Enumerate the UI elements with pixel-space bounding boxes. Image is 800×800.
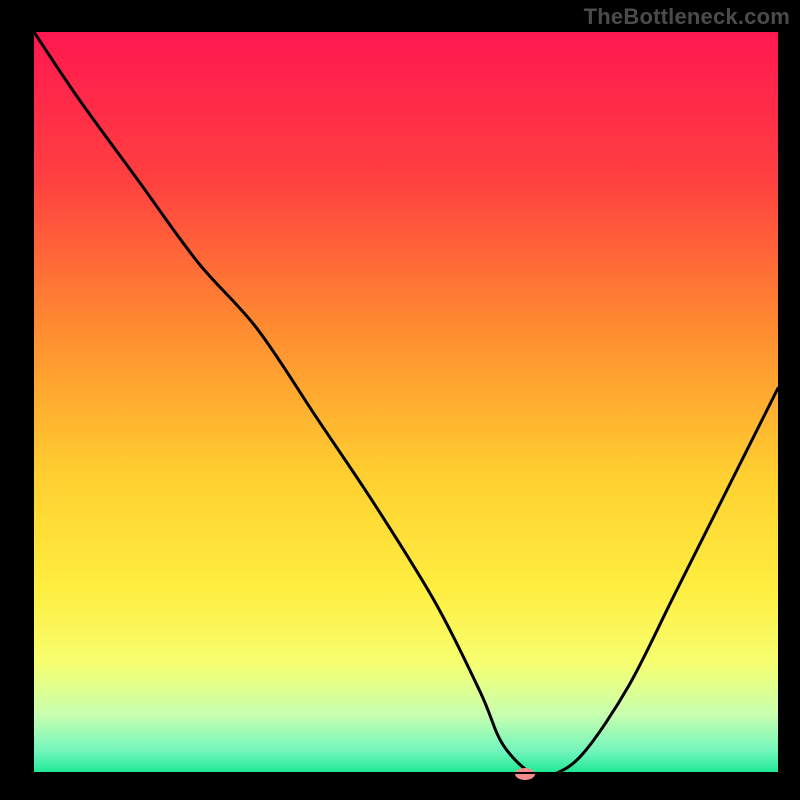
chart-stage: TheBottleneck.com (0, 0, 800, 800)
bottleneck-chart (0, 0, 800, 800)
watermark-text: TheBottleneck.com (584, 4, 790, 30)
plot-background (34, 32, 778, 774)
